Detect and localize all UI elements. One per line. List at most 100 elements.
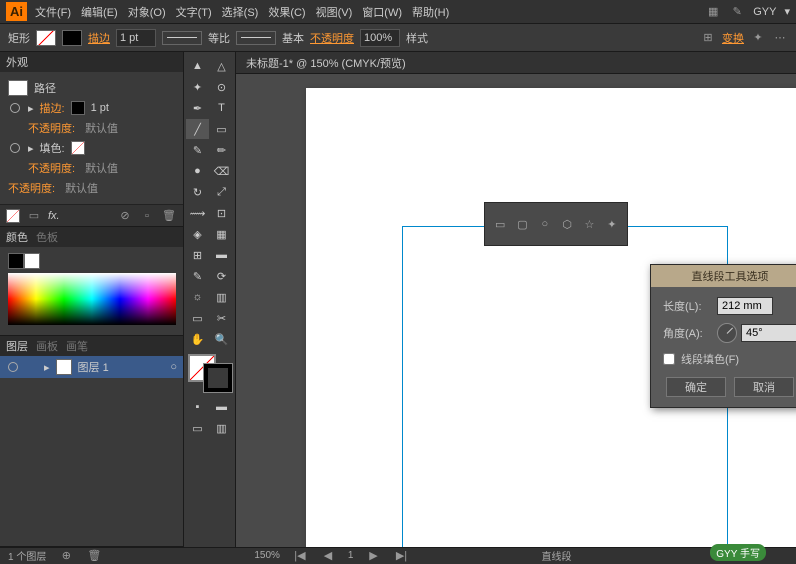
rect-shape-icon[interactable]: ▭	[493, 216, 507, 232]
brush-tool[interactable]: ✎	[186, 140, 209, 160]
brush-icon[interactable]: ✎	[729, 4, 745, 20]
symbol-tool[interactable]: ☼	[186, 287, 209, 307]
black-swatch[interactable]	[8, 253, 24, 269]
swatches-tab[interactable]: 色板	[36, 229, 58, 245]
fill-color[interactable]	[71, 141, 85, 155]
fill-opacity[interactable]: 不透明度:	[28, 160, 75, 176]
cancel-button[interactable]: 取消	[734, 377, 794, 397]
document-tab[interactable]: 未标题-1* @ 150% (CMYK/预览)	[236, 52, 796, 74]
ellipse-icon[interactable]: ○	[538, 216, 552, 232]
color-tab[interactable]: 颜色	[6, 229, 28, 245]
nav-last-icon[interactable]: ▶|	[393, 548, 409, 564]
screen-mode[interactable]: ▭	[186, 418, 209, 438]
menu-window[interactable]: 窗口(W)	[362, 4, 402, 20]
eye-icon[interactable]	[8, 101, 22, 115]
pencil-tool[interactable]: ✏	[210, 140, 233, 160]
opacity-link[interactable]: 不透明度	[310, 30, 354, 46]
rounded-rect-icon[interactable]: ▢	[515, 216, 529, 232]
stroke-profile[interactable]	[162, 31, 202, 45]
gradient-mode[interactable]: ▬	[210, 397, 233, 417]
menu-effect[interactable]: 效果(C)	[268, 4, 305, 20]
stroke-swatch[interactable]	[62, 30, 82, 46]
fill-line-checkbox[interactable]	[663, 353, 675, 365]
ok-button[interactable]: 确定	[666, 377, 726, 397]
menu-help[interactable]: 帮助(H)	[412, 4, 449, 20]
clear-icon[interactable]: ⊘	[117, 208, 133, 224]
footer-swatch[interactable]	[6, 209, 20, 223]
menu-type[interactable]: 文字(T)	[176, 4, 212, 20]
stroke-attr[interactable]: 描边:	[40, 100, 65, 116]
lasso-tool[interactable]: ⊙	[210, 77, 233, 97]
white-swatch[interactable]	[24, 253, 40, 269]
layer-name[interactable]: 图层 1	[78, 359, 109, 375]
trash-icon[interactable]: 🗑	[161, 208, 177, 224]
appearance-tab[interactable]: 外观	[6, 54, 28, 70]
layout-icon[interactable]: ▦	[705, 4, 721, 20]
flare-icon[interactable]: ✦	[605, 216, 619, 232]
status-zoom[interactable]: 150%	[254, 550, 280, 561]
style-label[interactable]: 样式	[406, 30, 428, 46]
dropdown-icon[interactable]: ▾	[784, 5, 790, 18]
free-transform-tool[interactable]: ⊡	[210, 203, 233, 223]
slice-tool[interactable]: ✂	[210, 308, 233, 328]
new-icon[interactable]: ▫	[139, 208, 155, 224]
menu-view[interactable]: 视图(V)	[316, 4, 353, 20]
scale-tool[interactable]: ⤢	[210, 182, 233, 202]
align-icon[interactable]: ⊞	[700, 30, 716, 46]
eye-icon[interactable]	[8, 141, 22, 155]
stroke-box[interactable]	[204, 364, 232, 392]
fill-attr[interactable]: 填色:	[40, 140, 65, 156]
nav-prev-icon[interactable]: ◀	[320, 548, 336, 564]
shape-builder-tool[interactable]: ◈	[186, 224, 209, 244]
polygon-icon[interactable]: ⬡	[560, 216, 574, 232]
width-tool[interactable]: ⟿	[186, 203, 209, 223]
fill-stroke-control[interactable]	[188, 354, 232, 392]
graph-tool[interactable]: ▥	[210, 287, 233, 307]
screen-mode2[interactable]: ▥	[210, 418, 233, 438]
canvas-viewport[interactable]: ▭ ▢ ○ ⬡ ☆ ✦ 直线段工具选项 长度(L): 角度(A):	[236, 74, 796, 547]
pen-tool[interactable]: ✒	[186, 98, 209, 118]
selection-tool[interactable]: ▲	[186, 56, 209, 76]
stroke-weight-input[interactable]	[116, 29, 156, 47]
menu-select[interactable]: 选择(S)	[222, 4, 259, 20]
stroke-opacity[interactable]: 不透明度:	[28, 120, 75, 136]
type-tool[interactable]: T	[210, 98, 233, 118]
eyedropper-tool[interactable]: ✎	[186, 266, 209, 286]
menu-edit[interactable]: 编辑(E)	[81, 4, 118, 20]
stroke-icon[interactable]: ▭	[26, 208, 42, 224]
angle-input[interactable]	[741, 324, 796, 342]
fill-swatch[interactable]	[36, 30, 56, 46]
wand-tool[interactable]: ✦	[186, 77, 209, 97]
menu-file[interactable]: 文件(F)	[35, 4, 71, 20]
perspective-tool[interactable]: ▦	[210, 224, 233, 244]
nav-next-icon[interactable]: ▶	[365, 548, 381, 564]
obj-opacity[interactable]: 不透明度:	[8, 180, 55, 196]
brushes-tab[interactable]: 画笔	[66, 338, 88, 354]
color-spectrum[interactable]	[8, 273, 176, 325]
line-tool[interactable]: ╱	[186, 119, 209, 139]
mesh-tool[interactable]: ⊞	[186, 245, 209, 265]
stroke-link[interactable]: 描边	[88, 30, 110, 46]
star-icon[interactable]: ☆	[582, 216, 596, 232]
trash-icon[interactable]: 🗑	[86, 548, 102, 564]
layer-row[interactable]: ▸ 图层 1 ○	[0, 356, 183, 378]
transform-link[interactable]: 变换	[722, 30, 744, 46]
rect-tool[interactable]: ▭	[210, 119, 233, 139]
more-icon[interactable]: ⋯	[772, 30, 788, 46]
color-mode[interactable]: ▪	[186, 397, 209, 417]
layers-tab[interactable]: 图层	[6, 338, 28, 354]
gradient-tool[interactable]: ▬	[210, 245, 233, 265]
direct-select-tool[interactable]: △	[210, 56, 233, 76]
opacity-input[interactable]	[360, 29, 400, 47]
brush-def[interactable]	[236, 31, 276, 45]
zoom-tool[interactable]: 🔍	[210, 329, 233, 349]
length-input[interactable]	[717, 297, 773, 315]
artboards-tab[interactable]: 画板	[36, 338, 58, 354]
locate-icon[interactable]: ⊕	[58, 548, 74, 564]
rotate-tool[interactable]: ↻	[186, 182, 209, 202]
angle-dial[interactable]	[717, 323, 737, 343]
menu-object[interactable]: 对象(O)	[128, 4, 166, 20]
eye-icon[interactable]	[6, 360, 20, 374]
hand-tool[interactable]: ✋	[186, 329, 209, 349]
eraser-tool[interactable]: ⌫	[210, 161, 233, 181]
